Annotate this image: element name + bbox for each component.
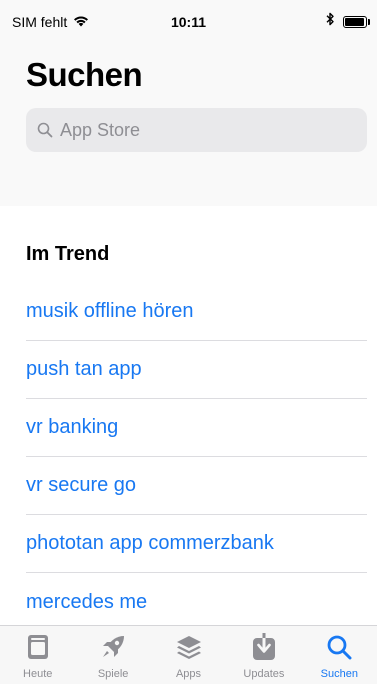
battery-icon — [343, 15, 370, 28]
trending-item[interactable]: push tan app — [26, 341, 367, 399]
tab-label: Apps — [175, 668, 202, 680]
tab-label: Spiele — [97, 668, 129, 680]
status-time: 10:11 — [170, 14, 207, 30]
trending-item[interactable]: musik offline hören — [26, 283, 367, 341]
search-input[interactable]: App Store — [26, 108, 367, 152]
layers-icon — [175, 632, 203, 662]
search-icon — [325, 632, 353, 662]
tab-label: Heute — [23, 668, 53, 680]
battery-level-fill — [345, 17, 364, 26]
search-icon — [36, 121, 54, 139]
status-bar: SIM fehlt 10:11 — [0, 0, 377, 36]
page-title: Suchen — [26, 56, 143, 93]
tab-label: Updates — [243, 668, 285, 680]
tab-apps[interactable]: Apps — [151, 626, 226, 684]
trending-list: musik offline hören push tan app vr bank… — [26, 283, 367, 631]
tab-spiele[interactable]: Spiele — [75, 626, 150, 684]
trending-item[interactable]: phototan app commerzbank — [26, 515, 367, 573]
status-right — [326, 12, 370, 31]
rocket-icon — [99, 632, 127, 662]
trending-item[interactable]: mercedes me — [26, 573, 367, 631]
bluetooth-icon — [326, 12, 335, 31]
tab-bar: Heute Spiele Apps Updates Suchen — [0, 625, 377, 684]
today-icon — [24, 632, 52, 662]
tab-suchen[interactable]: Suchen — [302, 626, 377, 684]
tab-heute[interactable]: Heute — [0, 626, 75, 684]
download-icon — [250, 632, 278, 662]
trending-item[interactable]: vr banking — [26, 399, 367, 457]
search-placeholder: App Store — [60, 119, 141, 140]
trending-item[interactable]: vr secure go — [26, 457, 367, 515]
tab-label: Suchen — [320, 668, 358, 680]
trending-title: Im Trend — [26, 243, 110, 265]
tab-updates[interactable]: Updates — [226, 626, 301, 684]
